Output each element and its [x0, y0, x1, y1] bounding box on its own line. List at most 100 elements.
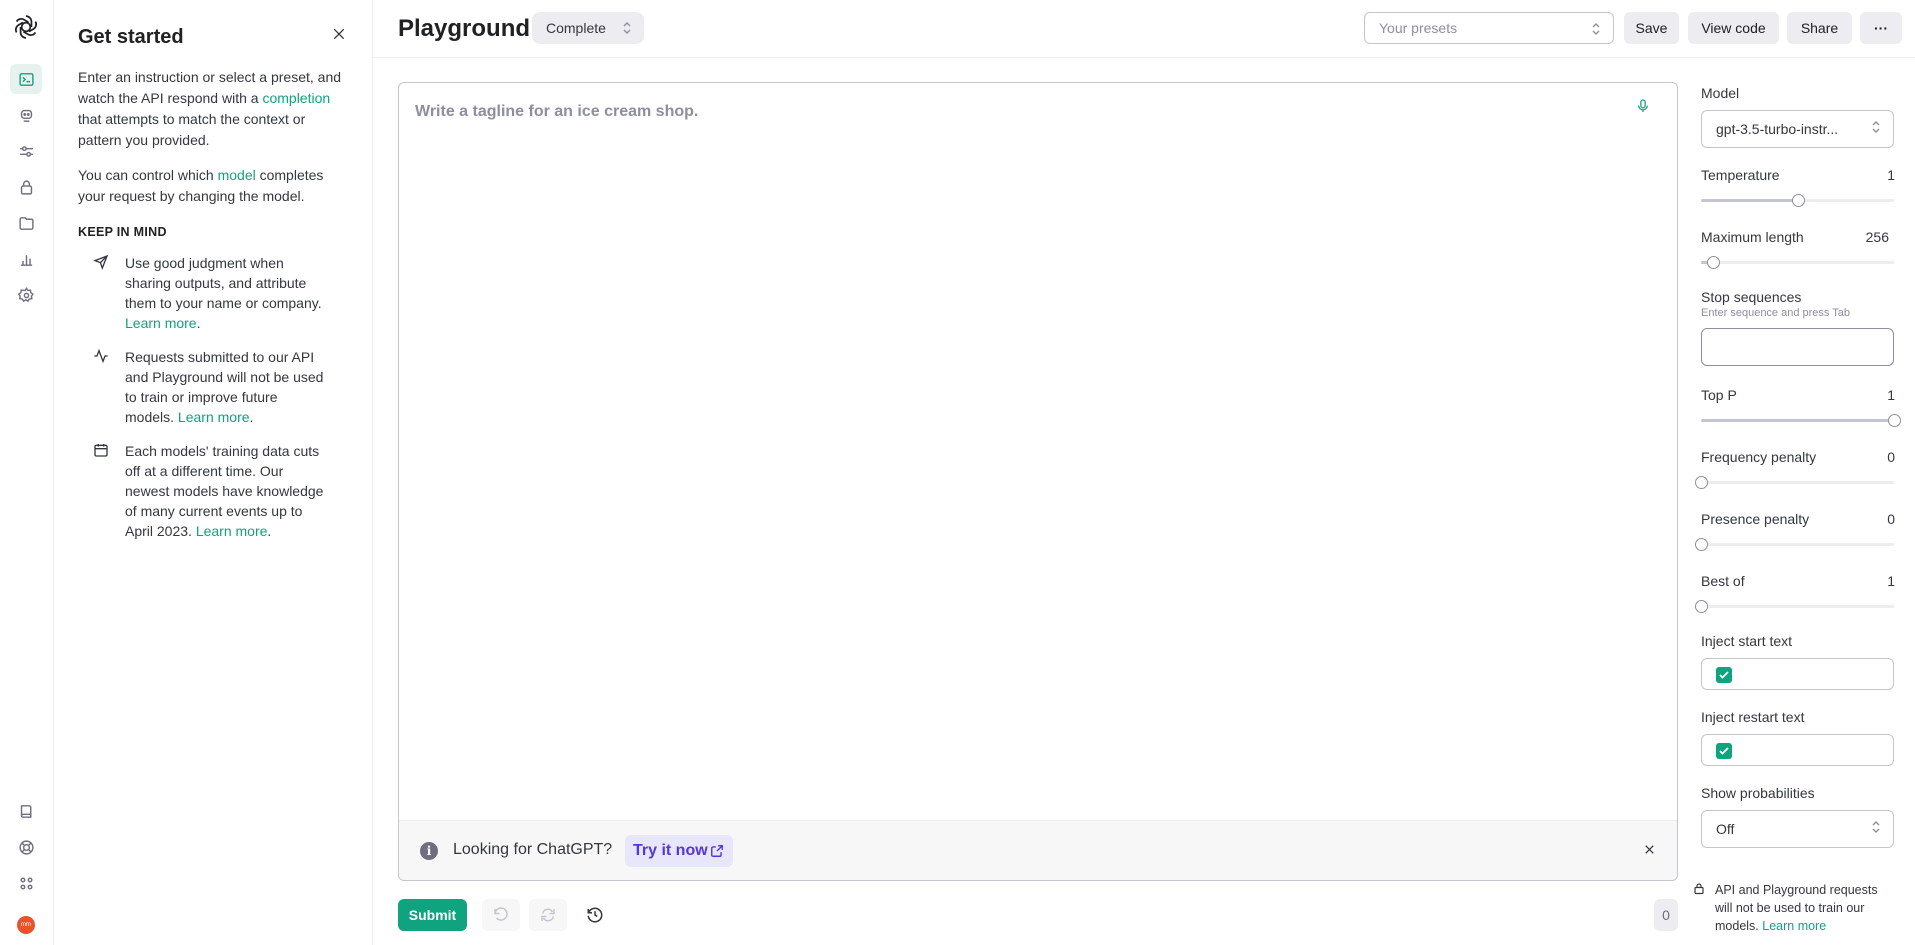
try-it-now-button[interactable]: Try it now	[625, 835, 733, 867]
inject-restart-checkbox[interactable]	[1716, 743, 1732, 759]
slider-handle[interactable]	[1695, 600, 1708, 613]
playground-nav-icon[interactable]	[10, 64, 42, 94]
chevron-up-down-icon	[1592, 23, 1600, 35]
max-length-slider[interactable]	[1701, 256, 1894, 269]
model-link[interactable]: model	[218, 167, 256, 183]
list-item: Use good judgment when sharing outputs, …	[78, 253, 348, 333]
learn-more-link[interactable]: Learn more	[196, 523, 268, 539]
top-p-slider[interactable]	[1701, 414, 1901, 427]
temperature-value[interactable]: 1	[1887, 167, 1895, 183]
presence-penalty-value[interactable]: 0	[1887, 511, 1895, 527]
slider-handle[interactable]	[1706, 256, 1720, 269]
settings-nav-icon[interactable]	[10, 280, 42, 310]
close-icon[interactable]	[329, 24, 349, 44]
learn-more-link[interactable]: Learn more	[125, 315, 197, 331]
more-options-button[interactable]: ···	[1860, 12, 1902, 44]
best-of-slider[interactable]	[1695, 600, 1894, 613]
frequency-penalty-value[interactable]: 0	[1887, 449, 1895, 465]
learn-more-link[interactable]: Learn more	[1762, 919, 1826, 933]
activity-icon	[93, 348, 111, 366]
completion-link[interactable]: completion	[262, 90, 330, 106]
stop-sequences-label: Stop sequences	[1701, 289, 1802, 305]
microphone-icon[interactable]	[1637, 99, 1651, 115]
model-label: Model	[1701, 85, 1740, 101]
docs-nav-icon[interactable]	[10, 796, 42, 826]
inject-restart-label: Inject restart text	[1701, 709, 1805, 725]
chevron-up-down-icon	[623, 22, 631, 34]
stop-sequences-input[interactable]	[1701, 328, 1894, 366]
inject-start-checkbox[interactable]	[1716, 667, 1732, 683]
files-nav-icon[interactable]	[10, 208, 42, 238]
presets-select[interactable]: Your presets	[1364, 12, 1614, 44]
show-probabilities-select[interactable]: Off	[1701, 810, 1894, 848]
bottom-toolbar: Submit 0	[398, 899, 1678, 931]
temperature-slider[interactable]	[1701, 194, 1894, 207]
presence-penalty-slider[interactable]	[1695, 538, 1894, 551]
close-banner-icon[interactable]	[1643, 843, 1657, 857]
keep-in-mind-heading: KEEP IN MIND	[78, 225, 167, 239]
header: Playground Complete Your presets Save Vi…	[373, 0, 1915, 58]
history-icon[interactable]	[586, 906, 604, 924]
top-p-label: Top P	[1701, 387, 1737, 403]
top-p-value[interactable]: 1	[1887, 387, 1895, 403]
calendar-icon	[93, 442, 111, 460]
chevron-up-down-icon	[1872, 121, 1880, 133]
model-select[interactable]: gpt-3.5-turbo-instr...	[1701, 110, 1894, 148]
avatar[interactable]: mm	[17, 916, 35, 934]
send-icon	[93, 254, 111, 272]
undo-button[interactable]	[482, 899, 520, 931]
check-icon	[1719, 747, 1729, 755]
inject-start-field[interactable]	[1701, 658, 1894, 690]
stop-sequences-hint: Enter sequence and press Tab	[1701, 307, 1851, 319]
info-icon: i	[420, 842, 438, 860]
inject-restart-field[interactable]	[1701, 734, 1894, 766]
prompt-placeholder: Write a tagline for an ice cream shop.	[415, 103, 699, 120]
frequency-penalty-slider[interactable]	[1695, 476, 1894, 489]
assistants-nav-icon[interactable]	[10, 100, 42, 130]
refresh-icon	[541, 908, 555, 922]
banner-text: Looking for ChatGPT?	[453, 841, 613, 858]
learn-more-link[interactable]: Learn more	[178, 409, 250, 425]
frequency-penalty-label: Frequency penalty	[1701, 449, 1817, 465]
slider-handle[interactable]	[1695, 538, 1708, 551]
max-length-label: Maximum length	[1701, 229, 1804, 245]
view-code-button[interactable]: View code	[1688, 12, 1779, 44]
privacy-note: API and Playground requests will not be …	[1693, 881, 1893, 935]
inject-start-label: Inject start text	[1701, 633, 1793, 649]
external-link-icon	[711, 845, 723, 857]
lock-icon	[1693, 882, 1705, 896]
chevron-up-down-icon	[1872, 821, 1880, 833]
best-of-value[interactable]: 1	[1887, 573, 1895, 589]
best-of-label: Best of	[1701, 573, 1745, 589]
slider-handle[interactable]	[1695, 476, 1708, 489]
mode-select[interactable]: Complete	[532, 12, 644, 44]
usage-nav-icon[interactable]	[10, 244, 42, 274]
page-title: Playground	[398, 15, 531, 42]
model-text: You can control which model completes yo…	[78, 167, 324, 204]
check-icon	[1719, 671, 1729, 679]
apps-nav-icon[interactable]	[10, 868, 42, 898]
nav-rail: mm	[0, 0, 54, 945]
prompt-editor[interactable]: Write a tagline for an ice cream shop. i…	[398, 82, 1678, 881]
chatgpt-banner: i Looking for ChatGPT? Try it now	[399, 820, 1677, 880]
api-keys-nav-icon[interactable]	[10, 172, 42, 202]
openai-logo-icon[interactable]	[13, 14, 41, 42]
temperature-label: Temperature	[1701, 167, 1780, 183]
max-length-value[interactable]: 256	[1866, 229, 1889, 245]
regenerate-button[interactable]	[529, 899, 567, 931]
panel-title: Get started	[78, 26, 184, 48]
share-button[interactable]: Share	[1787, 12, 1852, 44]
list-item: Requests submitted to our API and Playgr…	[78, 347, 348, 427]
help-nav-icon[interactable]	[10, 832, 42, 862]
fine-tuning-nav-icon[interactable]	[10, 136, 42, 166]
submit-button[interactable]: Submit	[398, 899, 467, 931]
presence-penalty-label: Presence penalty	[1701, 511, 1810, 527]
token-count: 0	[1654, 899, 1678, 931]
list-item: Each models' training data cuts off at a…	[78, 441, 348, 541]
settings-panel: Model gpt-3.5-turbo-instr... Temperature…	[1694, 58, 1901, 945]
slider-handle[interactable]	[1888, 414, 1901, 427]
slider-handle[interactable]	[1791, 194, 1805, 207]
undo-icon	[494, 907, 508, 921]
get-started-panel: Get started Enter an instruction or sele…	[54, 0, 373, 945]
save-button[interactable]: Save	[1624, 12, 1679, 44]
